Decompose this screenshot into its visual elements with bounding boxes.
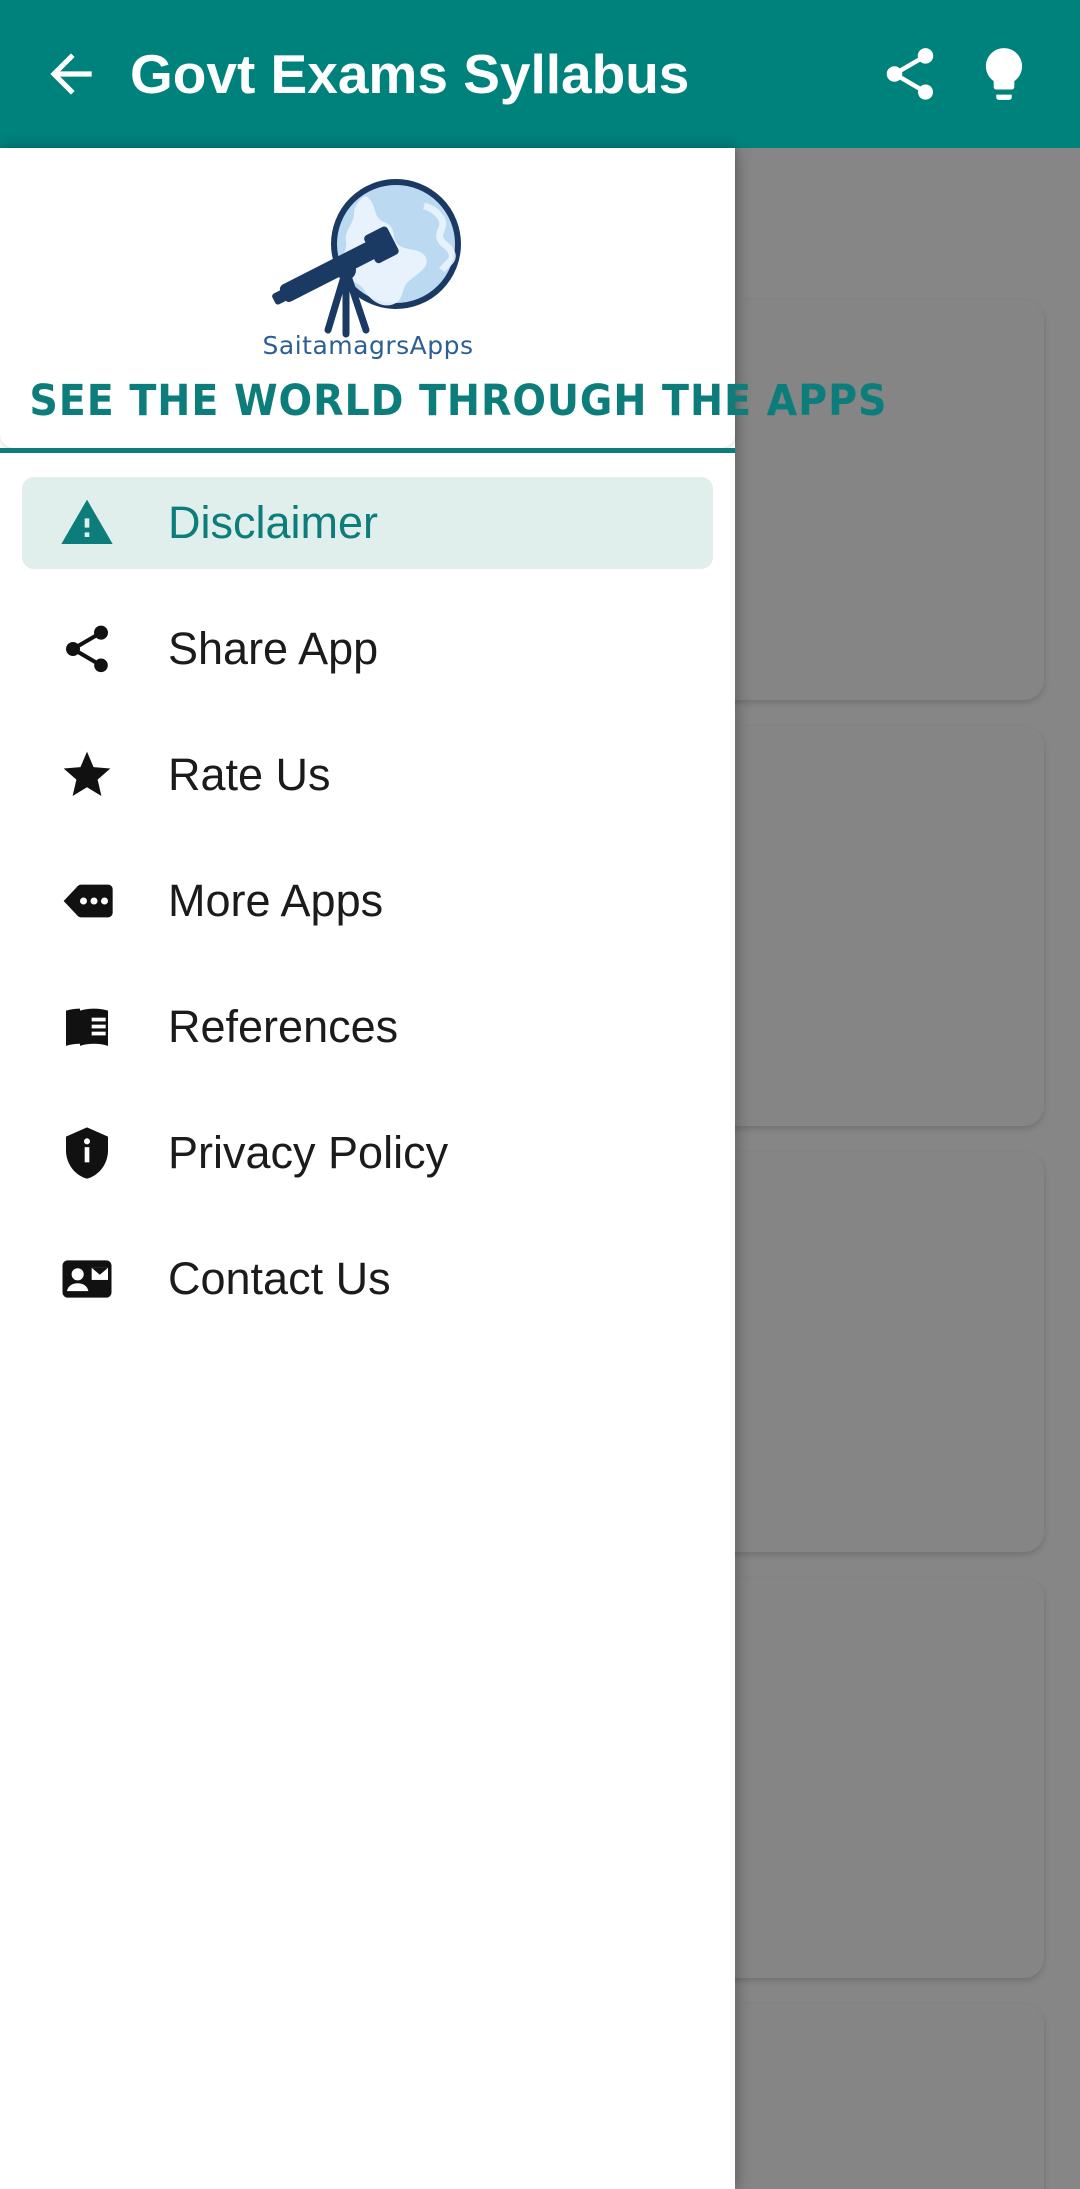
menu-item-label: Rate Us xyxy=(168,749,331,800)
menu-item-share-app[interactable]: Share App xyxy=(22,603,713,695)
share-icon xyxy=(58,620,116,678)
menu-item-label: Privacy Policy xyxy=(168,1127,449,1178)
menu-item-label: More Apps xyxy=(168,875,384,926)
globe-telescope-logo-icon: SaitamagrsApps xyxy=(262,179,473,360)
menu-item-references[interactable]: References xyxy=(22,981,713,1073)
app-screen: EXAM SSC SSC CHSL xyxy=(0,0,1080,2189)
menu-item-more-apps[interactable]: More Apps xyxy=(22,855,713,947)
star-icon xyxy=(58,746,116,804)
warning-triangle-icon xyxy=(58,494,116,552)
navigation-drawer: SaitamagrsApps SEE THE WORLD THROUGH THE… xyxy=(0,148,888,2189)
menu-item-privacy-policy[interactable]: Privacy Policy xyxy=(22,1107,713,1199)
arrow-left-icon xyxy=(50,53,92,95)
menu-item-label: References xyxy=(168,1001,399,1052)
drawer-header: SaitamagrsApps SEE THE WORLD THROUGH THE… xyxy=(0,148,888,448)
menu-item-rate-us[interactable]: Rate Us xyxy=(22,729,713,821)
back-button[interactable] xyxy=(34,37,108,111)
share-button[interactable] xyxy=(868,32,952,116)
shield-info-icon xyxy=(58,1124,116,1182)
more-apps-tag-icon xyxy=(58,872,116,930)
tip-button[interactable] xyxy=(962,32,1046,116)
menu-item-label: Share App xyxy=(168,623,379,674)
logo-wordmark: SaitamagrsApps xyxy=(262,331,473,360)
share-icon xyxy=(886,48,934,100)
app-bar: Govt Exams Syllabus xyxy=(0,0,1080,148)
menu-item-label: Contact Us xyxy=(168,1253,391,1304)
app-tagline: SEE THE WORLD THROUGH THE APPS xyxy=(29,376,888,426)
app-logo: SaitamagrsApps xyxy=(0,162,735,362)
contact-mail-icon xyxy=(58,1250,116,1308)
lightbulb-icon xyxy=(985,48,1023,100)
drawer-menu: Disclaimer Share App Rate Us More Apps R… xyxy=(0,453,735,2189)
menu-item-contact-us[interactable]: Contact Us xyxy=(22,1233,713,1325)
menu-item-label: Disclaimer xyxy=(168,497,379,548)
page-title: Govt Exams Syllabus xyxy=(130,43,690,105)
menu-item-disclaimer[interactable]: Disclaimer xyxy=(22,477,713,569)
open-book-icon xyxy=(58,998,116,1056)
